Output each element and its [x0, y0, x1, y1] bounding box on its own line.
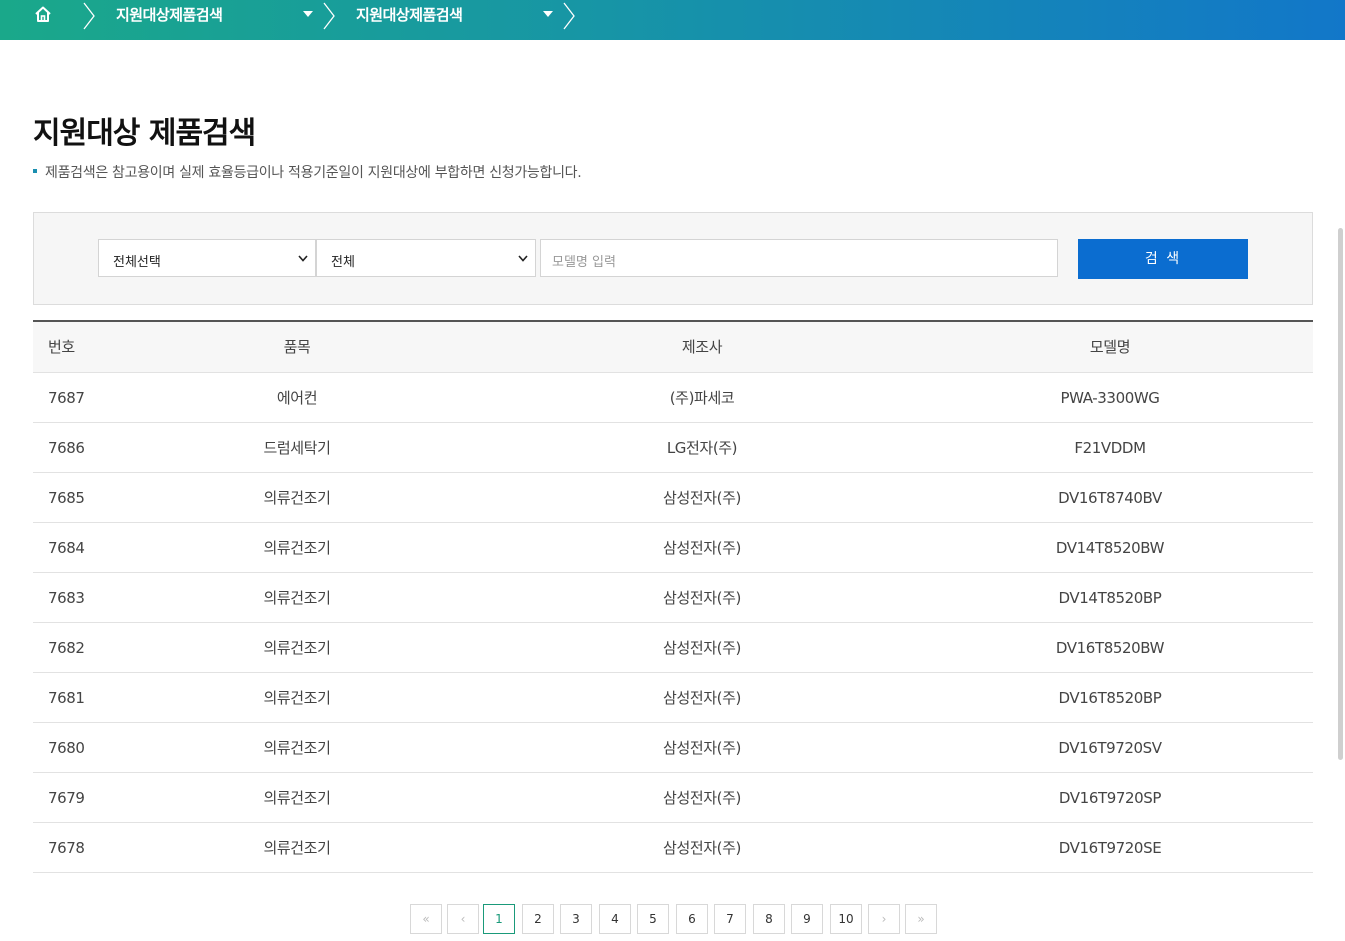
page-description: 제품검색은 참고용이며 실제 효율등급이나 적용기준일이 지원대상에 부합하면 …: [33, 162, 582, 182]
cell-manufacturer: LG전자(주): [666, 439, 738, 457]
cell-manufacturer: 삼성전자(주): [663, 689, 741, 707]
last-page-button[interactable]: »: [905, 904, 937, 934]
cell-no: 7684: [48, 539, 85, 557]
page-button-5[interactable]: 5: [637, 904, 669, 934]
cell-model: PWA-3300WG: [1060, 389, 1160, 407]
cell-category: 의류건조기: [263, 739, 331, 757]
page-button-2[interactable]: 2: [522, 904, 554, 934]
breadcrumb-item-1[interactable]: 지원대상제품검색: [116, 4, 223, 25]
cell-manufacturer: (주)파세코: [669, 389, 735, 407]
cell-model: DV16T8520BP: [1058, 689, 1162, 707]
cell-manufacturer: 삼성전자(주): [663, 739, 741, 757]
page-button-7[interactable]: 7: [714, 904, 746, 934]
table-header: 번호 품목 제조사 모델명: [33, 322, 1313, 373]
home-icon[interactable]: [33, 4, 53, 24]
cell-manufacturer: 삼성전자(주): [663, 539, 741, 557]
search-panel: 전체선택 전체 모델명 입력 검 색: [33, 212, 1313, 305]
caret-down-icon[interactable]: [302, 10, 314, 18]
page-button-4[interactable]: 4: [599, 904, 631, 934]
cell-category: 의류건조기: [263, 789, 331, 807]
model-name-placeholder: 모델명 입력: [552, 255, 616, 270]
description-text: 제품검색은 참고용이며 실제 효율등급이나 적용기준일이 지원대상에 부합하면 …: [45, 165, 582, 181]
cell-no: 7680: [48, 739, 85, 757]
breadcrumb: 지원대상제품검색 지원대상제품검색: [0, 0, 1345, 40]
model-name-input[interactable]: 모델명 입력: [540, 239, 1058, 277]
first-page-button[interactable]: «: [410, 904, 442, 934]
subcategory-select[interactable]: 전체: [316, 239, 536, 277]
bullet-icon: [33, 169, 37, 173]
cell-no: 7679: [48, 789, 85, 807]
cell-category: 의류건조기: [263, 489, 331, 507]
cell-category: 에어컨: [276, 389, 318, 407]
cell-model: DV16T9720SE: [1058, 839, 1162, 857]
header-manufacturer: 제조사: [681, 338, 723, 356]
table-row[interactable]: 7682 의류건조기 삼성전자(주) DV16T8520BW: [33, 623, 1313, 673]
table-row[interactable]: 7687 에어컨 (주)파세코 PWA-3300WG: [33, 373, 1313, 423]
cell-no: 7681: [48, 689, 85, 707]
chevron-right-icon: [83, 2, 95, 30]
prev-page-button[interactable]: ‹: [447, 904, 479, 934]
cell-model: DV16T9720SV: [1058, 739, 1162, 757]
chevron-down-icon: [518, 255, 528, 262]
chevron-right-icon: [323, 2, 335, 30]
breadcrumb-item-2[interactable]: 지원대상제품검색: [356, 4, 463, 25]
page-title: 지원대상 제품검색: [33, 116, 256, 151]
cell-category: 의류건조기: [263, 589, 331, 607]
cell-category: 의류건조기: [263, 539, 331, 557]
cell-manufacturer: 삼성전자(주): [663, 839, 741, 857]
cell-manufacturer: 삼성전자(주): [663, 489, 741, 507]
cell-no: 7678: [48, 839, 85, 857]
next-page-button[interactable]: ›: [868, 904, 900, 934]
table-row[interactable]: 7685 의류건조기 삼성전자(주) DV16T8740BV: [33, 473, 1313, 523]
page-button-6[interactable]: 6: [676, 904, 708, 934]
cell-model: DV14T8520BP: [1058, 589, 1162, 607]
cell-category: 의류건조기: [263, 639, 331, 657]
table-row[interactable]: 7680 의류건조기 삼성전자(주) DV16T9720SV: [33, 723, 1313, 773]
subcategory-select-value: 전체: [331, 255, 355, 270]
cell-no: 7682: [48, 639, 85, 657]
cell-model: DV16T8520BW: [1055, 639, 1165, 657]
chevron-down-icon: [298, 255, 308, 262]
cell-category: 의류건조기: [263, 839, 331, 857]
category-select-value: 전체선택: [113, 255, 161, 270]
page-button-10[interactable]: 10: [830, 904, 862, 934]
table-row[interactable]: 7683 의류건조기 삼성전자(주) DV14T8520BP: [33, 573, 1313, 623]
cell-category: 의류건조기: [263, 689, 331, 707]
cell-manufacturer: 삼성전자(주): [663, 789, 741, 807]
cell-model: F21VDDM: [1074, 439, 1146, 457]
cell-model: DV16T9720SP: [1058, 789, 1162, 807]
table-row[interactable]: 7686 드럼세탁기 LG전자(주) F21VDDM: [33, 423, 1313, 473]
table-row[interactable]: 7679 의류건조기 삼성전자(주) DV16T9720SP: [33, 773, 1313, 823]
header-category: 품목: [283, 338, 311, 356]
table-row[interactable]: 7678 의류건조기 삼성전자(주) DV16T9720SE: [33, 823, 1313, 873]
cell-no: 7686: [48, 439, 85, 457]
category-select[interactable]: 전체선택: [98, 239, 316, 277]
cell-no: 7687: [48, 389, 85, 407]
cell-manufacturer: 삼성전자(주): [663, 639, 741, 657]
table-row[interactable]: 7681 의류건조기 삼성전자(주) DV16T8520BP: [33, 673, 1313, 723]
page-button-3[interactable]: 3: [560, 904, 592, 934]
table-row[interactable]: 7684 의류건조기 삼성전자(주) DV14T8520BW: [33, 523, 1313, 573]
page-button-1[interactable]: 1: [483, 904, 515, 934]
cell-no: 7683: [48, 589, 85, 607]
cell-no: 7685: [48, 489, 85, 507]
cell-model: DV14T8520BW: [1055, 539, 1165, 557]
page-button-9[interactable]: 9: [791, 904, 823, 934]
scrollbar-thumb[interactable]: [1338, 228, 1343, 760]
chevron-right-icon: [563, 2, 575, 30]
cell-category: 드럼세탁기: [263, 439, 331, 457]
page-button-8[interactable]: 8: [753, 904, 785, 934]
cell-manufacturer: 삼성전자(주): [663, 589, 741, 607]
header-no: 번호: [48, 338, 75, 356]
search-button[interactable]: 검 색: [1078, 239, 1248, 279]
caret-down-icon[interactable]: [542, 10, 554, 18]
cell-model: DV16T8740BV: [1058, 489, 1162, 507]
header-model: 모델명: [1089, 338, 1131, 356]
results-table: 번호 품목 제조사 모델명 7687 에어컨 (주)파세코 PWA-3300WG…: [33, 320, 1313, 873]
